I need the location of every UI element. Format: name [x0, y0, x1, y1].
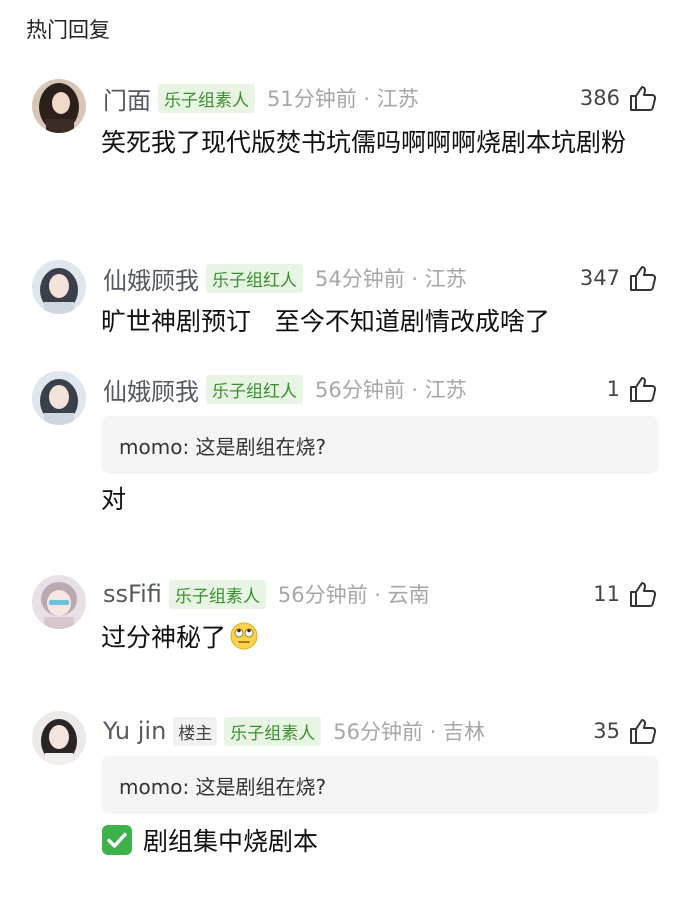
fan-group-badge[interactable]: 乐子组素人 — [224, 716, 322, 746]
comment-text-row: 过分神秘了 — [101, 618, 661, 658]
like-button[interactable]: 11 — [593, 578, 658, 610]
like-count: 1 — [606, 377, 620, 401]
username[interactable]: ssFifi — [103, 580, 162, 608]
like-button[interactable]: 347 — [580, 262, 658, 294]
comment-meta: 51分钟前 · 江苏 — [267, 87, 419, 111]
thumbs-up-icon — [630, 266, 657, 291]
like-button[interactable]: 1 — [607, 373, 658, 405]
fan-group-badge[interactable]: 乐子组红人 — [206, 263, 303, 293]
thumbs-up-icon — [630, 377, 657, 402]
comment-text: 笑死我了现代版焚书坑儒吗啊啊啊烧剧本坑剧粉 — [101, 128, 627, 157]
eye-roll-emoji-icon — [230, 622, 258, 650]
like-count: 35 — [593, 719, 620, 743]
fan-group-badge[interactable]: 乐子组红人 — [206, 374, 303, 404]
thumbs-up-icon — [630, 86, 657, 111]
quoted-reply[interactable]: momo: 这是剧组在烧? — [101, 756, 659, 814]
comment-text-row: 剧组集中烧剧本 — [101, 822, 661, 862]
comment-meta: 56分钟前 · 江苏 — [315, 378, 467, 402]
username[interactable]: 门面 — [103, 81, 151, 116]
username[interactable]: Yu jin — [103, 717, 166, 745]
thumbs-up-icon — [630, 582, 657, 607]
avatar[interactable] — [32, 575, 86, 629]
avatar[interactable] — [32, 371, 86, 425]
avatar[interactable] — [32, 79, 86, 133]
comment-meta: 56分钟前 · 吉林 — [333, 720, 486, 744]
fan-group-badge[interactable]: 乐子组素人 — [158, 83, 255, 113]
like-count: 386 — [579, 86, 620, 110]
username[interactable]: 仙娥顾我 — [103, 372, 199, 407]
thumbs-up-icon — [630, 719, 657, 744]
like-button[interactable]: 386 — [580, 82, 658, 114]
comment-text: 过分神秘了 — [101, 623, 227, 652]
comment-text: 旷世神剧预订 至今不知道剧情改成啥了 — [101, 307, 550, 336]
comment-meta: 54分钟前 · 江苏 — [315, 267, 467, 291]
username[interactable]: 仙娥顾我 — [103, 261, 199, 296]
like-count: 11 — [593, 582, 620, 606]
avatar[interactable] — [32, 260, 86, 314]
like-count: 347 — [579, 266, 620, 290]
owner-badge: 楼主 — [173, 716, 218, 746]
quoted-reply[interactable]: momo: 这是剧组在烧? — [101, 416, 659, 474]
check-mark-icon — [102, 825, 132, 855]
comment-text: 对 — [101, 485, 127, 514]
avatar[interactable] — [32, 711, 86, 765]
comment-text: 剧组集中烧剧本 — [143, 827, 319, 856]
like-button[interactable]: 35 — [593, 715, 658, 747]
section-title: 热门回复 — [26, 18, 110, 42]
comment-meta: 56分钟前 · 云南 — [277, 583, 430, 607]
fan-group-badge[interactable]: 乐子组素人 — [168, 579, 266, 609]
